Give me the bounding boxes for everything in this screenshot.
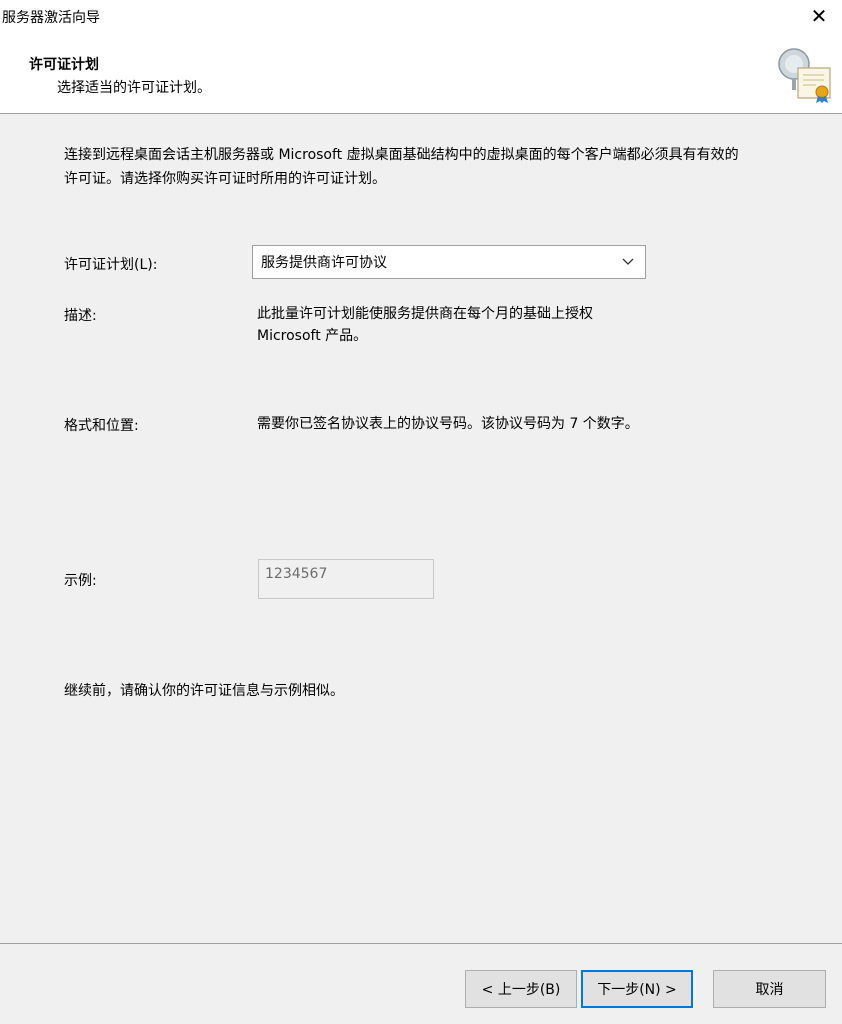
window-title: 服务器激活向导	[2, 10, 100, 26]
license-plan-value: 服务提供商许可协议	[261, 255, 387, 271]
example-label: 示例:	[64, 573, 97, 589]
intro-text: 连接到远程桌面会话主机服务器或 Microsoft 虚拟桌面基础结构中的虚拟桌面…	[64, 147, 739, 187]
format-label: 格式和位置:	[64, 418, 139, 434]
page-title: 许可证计划	[29, 57, 99, 73]
description-text: 此批量许可计划能使服务提供商在每个月的基础上授权 Microsoft 产品。	[257, 306, 593, 344]
close-icon: ✕	[810, 4, 828, 28]
example-field: 1234567	[258, 559, 434, 599]
wizard-footer: < 上一步(B) 下一步(N) > 取消	[0, 943, 842, 1024]
wizard-content: 连接到远程桌面会话主机服务器或 Microsoft 虚拟桌面基础结构中的虚拟桌面…	[0, 115, 842, 943]
license-plan-select[interactable]: 服务提供商许可协议	[252, 245, 646, 279]
description-label: 描述:	[64, 308, 97, 324]
wizard-header: 许可证计划 选择适当的许可证计划。	[0, 34, 842, 114]
close-button[interactable]: ✕	[796, 0, 842, 32]
next-button[interactable]: 下一步(N) >	[581, 970, 693, 1008]
confirm-note: 继续前，请确认你的许可证信息与示例相似。	[64, 683, 344, 699]
license-plan-label: 许可证计划(L):	[64, 257, 158, 273]
chevron-down-icon	[622, 258, 634, 265]
format-text: 需要你已签名协议表上的协议号码。该协议号码为 7 个数字。	[257, 416, 639, 432]
certificate-icon	[778, 48, 831, 103]
cancel-button[interactable]: 取消	[713, 970, 826, 1008]
page-subtitle: 选择适当的许可证计划。	[57, 80, 211, 96]
back-button[interactable]: < 上一步(B)	[465, 970, 577, 1008]
title-bar: 服务器激活向导 ✕	[0, 0, 842, 34]
